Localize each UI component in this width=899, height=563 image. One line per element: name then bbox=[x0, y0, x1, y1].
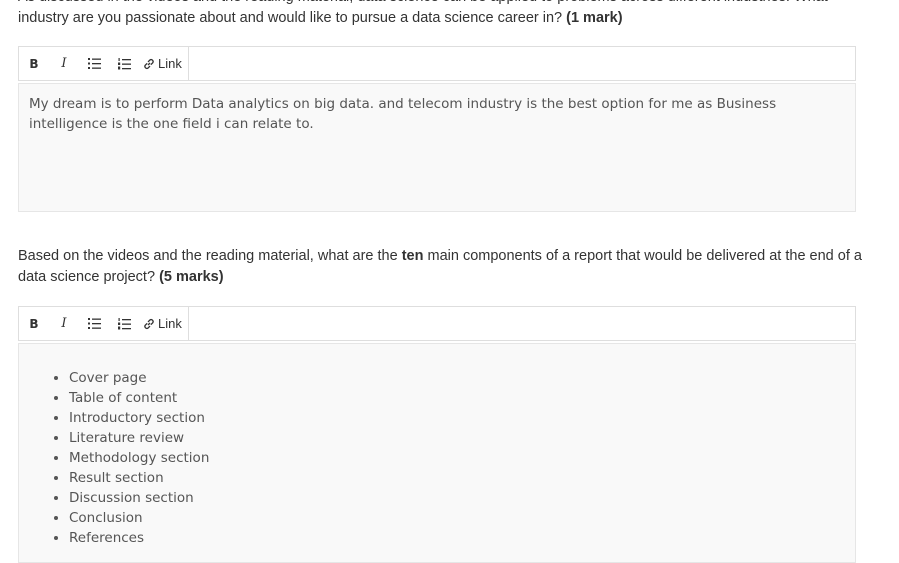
bold-button[interactable]: B bbox=[19, 47, 49, 80]
bold-button[interactable]: B bbox=[19, 307, 49, 340]
question-2-emphasis: ten bbox=[401, 248, 424, 264]
question-2-text: Based on the videos and the reading mate… bbox=[18, 246, 868, 288]
bullet-list-button[interactable] bbox=[79, 47, 109, 80]
answer-2-editor[interactable]: Cover page Table of content Introductory… bbox=[18, 343, 856, 563]
editor-2-toolbar: B I Link bbox=[18, 306, 856, 341]
answer-2-list: Cover page Table of content Introductory… bbox=[19, 368, 845, 548]
list-item: Result section bbox=[69, 468, 845, 488]
bullet-list-icon bbox=[87, 318, 101, 329]
list-item: References bbox=[69, 528, 845, 548]
link-button[interactable]: Link bbox=[139, 47, 189, 80]
question-1-cutoff-line: As discussed in the videos and the readi… bbox=[18, 0, 868, 8]
link-icon bbox=[144, 58, 154, 69]
question-1-text: As discussed in the videos and the readi… bbox=[18, 0, 868, 29]
list-item: Table of content bbox=[69, 388, 845, 408]
bullet-list-button[interactable] bbox=[79, 307, 109, 340]
italic-button[interactable]: I bbox=[49, 47, 79, 80]
list-item: Discussion section bbox=[69, 488, 845, 508]
question-1-line: industry are you passionate about and wo… bbox=[18, 10, 563, 26]
list-item: Literature review bbox=[69, 428, 845, 448]
numbered-list-button[interactable] bbox=[109, 307, 139, 340]
question-2-text-before: Based on the videos and the reading mate… bbox=[18, 248, 398, 264]
answer-1-editor[interactable]: My dream is to perform Data analytics on… bbox=[18, 83, 856, 212]
list-item: Cover page bbox=[69, 368, 845, 388]
question-2-marks: (5 marks) bbox=[159, 269, 224, 285]
answer-1-text: My dream is to perform Data analytics on… bbox=[29, 96, 777, 132]
numbered-list-icon bbox=[117, 57, 131, 69]
bullet-list-icon bbox=[87, 58, 101, 69]
link-button[interactable]: Link bbox=[139, 307, 189, 340]
link-label: Link bbox=[158, 316, 182, 331]
editor-1-toolbar: B I Link bbox=[18, 46, 856, 81]
list-item: Conclusion bbox=[69, 508, 845, 528]
list-item: Introductory section bbox=[69, 408, 845, 428]
italic-button[interactable]: I bbox=[49, 307, 79, 340]
numbered-list-button[interactable] bbox=[109, 47, 139, 80]
question-1-marks: (1 mark) bbox=[566, 10, 623, 26]
numbered-list-icon bbox=[117, 317, 131, 329]
list-item: Methodology section bbox=[69, 448, 845, 468]
link-label: Link bbox=[158, 56, 182, 71]
link-icon bbox=[144, 318, 154, 329]
